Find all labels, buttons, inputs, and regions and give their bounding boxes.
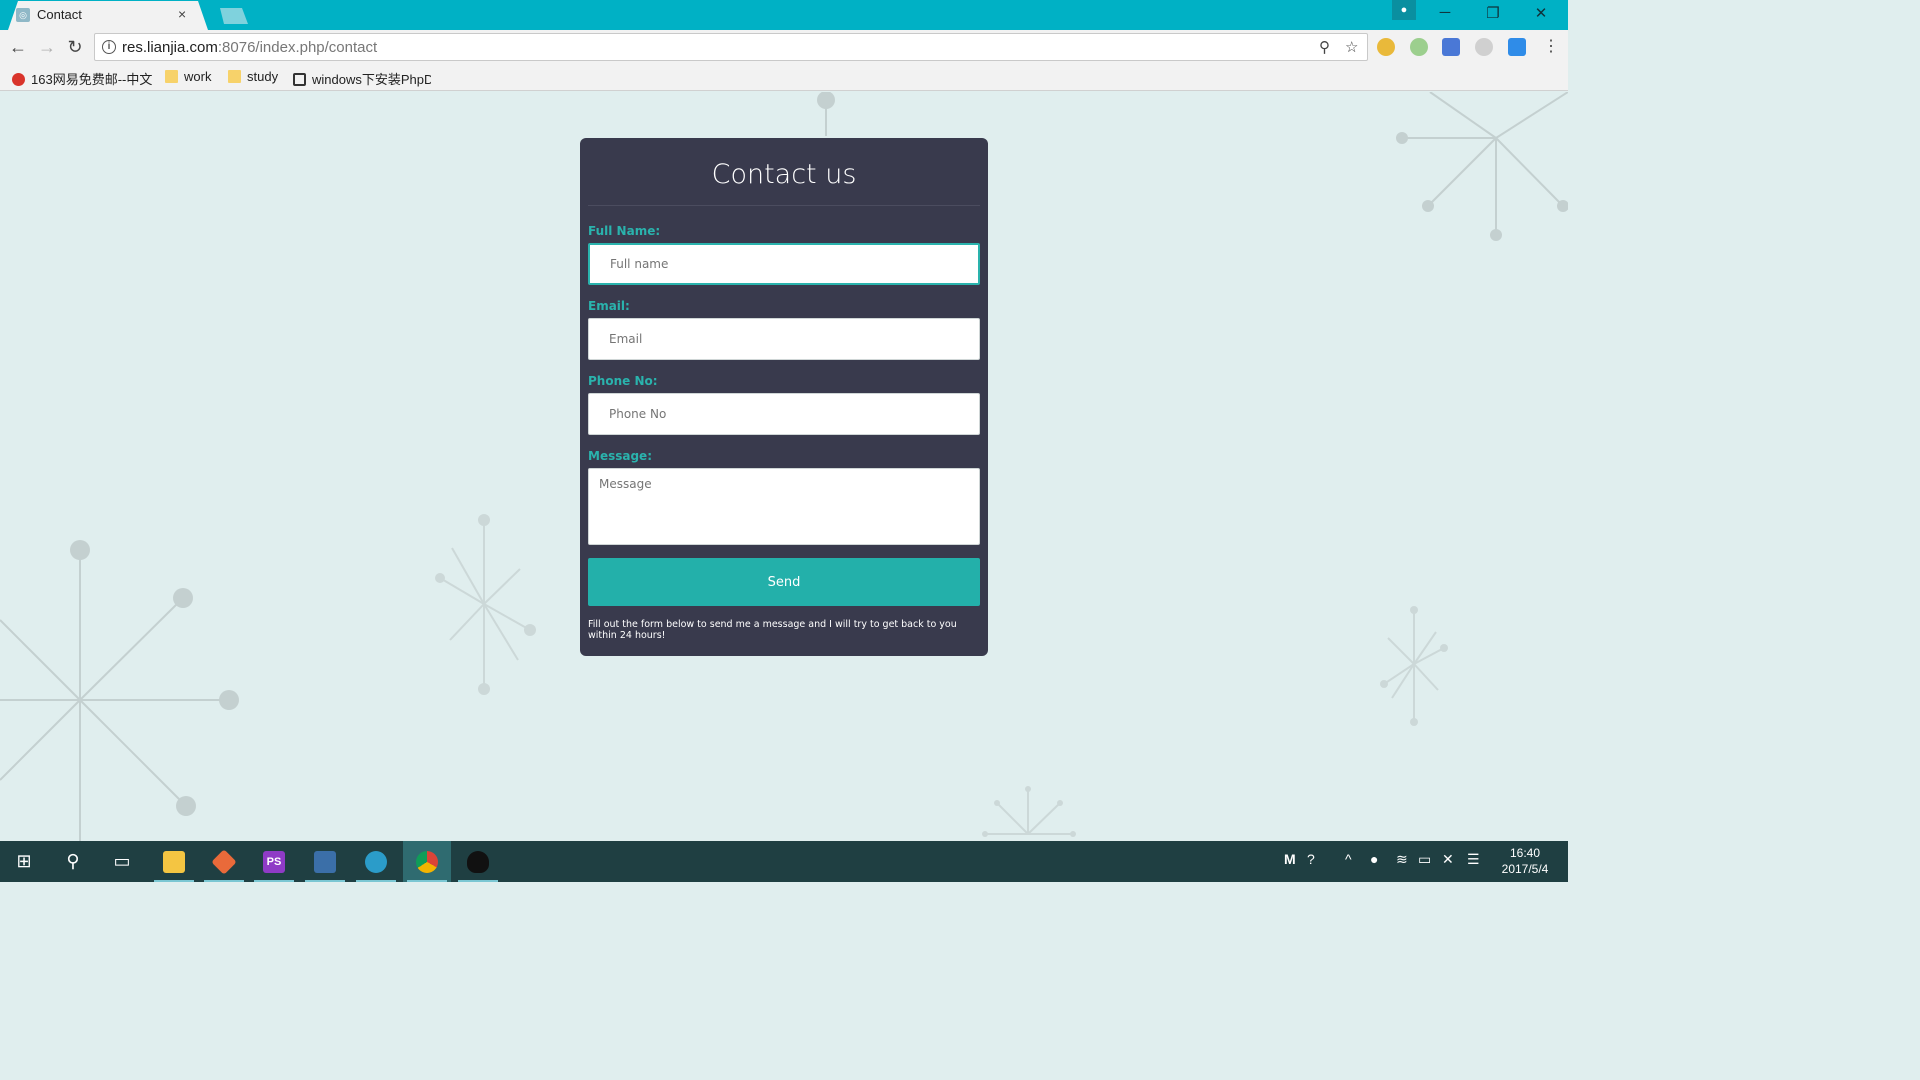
minimize-button[interactable]: ─ <box>1422 4 1468 26</box>
profile-icon[interactable]: ● <box>1392 0 1416 20</box>
google-translate-icon[interactable] <box>1442 38 1460 56</box>
extension-green-icon[interactable] <box>1410 38 1428 56</box>
help-tray-icon[interactable]: ? <box>1307 851 1315 867</box>
phpstorm-icon[interactable]: PS <box>250 841 298 882</box>
qq-icon[interactable] <box>454 841 502 882</box>
volume-muted-icon[interactable]: ✕ <box>1442 851 1454 868</box>
phone-input[interactable] <box>588 393 980 435</box>
chrome-icon[interactable] <box>403 841 451 882</box>
zoom-icon[interactable]: ⚲ <box>1319 38 1330 56</box>
form-note: Fill out the form below to send me a mes… <box>588 619 957 641</box>
git-icon[interactable] <box>200 841 248 882</box>
bookmark-study[interactable]: study <box>228 69 278 84</box>
extension-owl-icon[interactable] <box>1377 38 1395 56</box>
bookmarks-bar: 163网易免费邮--中文 work study windows下安装PhpD <box>0 64 1568 91</box>
full-name-input[interactable] <box>588 243 980 285</box>
email-label: Email: <box>588 299 630 313</box>
browser-titlebar: ◎ Contact × ● ─ ❐ ✕ <box>0 0 1568 30</box>
page-favicon-icon: ◎ <box>16 8 30 22</box>
message-label: Message: <box>588 449 652 463</box>
close-window-button[interactable]: ✕ <box>1518 4 1564 26</box>
clock-date: 2017/5/4 <box>1501 862 1549 876</box>
bookmark-163-mail[interactable]: 163网易免费邮--中文 <box>12 69 152 88</box>
new-tab-button[interactable] <box>220 8 248 24</box>
m-tray-icon[interactable]: M <box>1284 851 1296 867</box>
tab-title: Contact <box>37 7 82 22</box>
url-text[interactable]: res.lianjia.com:8076/index.php/contact <box>122 39 377 56</box>
reload-icon[interactable]: ↻ <box>64 36 86 58</box>
phone-label: Phone No: <box>588 374 658 388</box>
bookmark-work[interactable]: work <box>165 69 211 84</box>
link-icon <box>293 73 306 86</box>
page-content: Contact us Full Name: Email: Phone No: M… <box>0 92 1568 841</box>
contact-form-card: Contact us Full Name: Email: Phone No: M… <box>580 138 988 656</box>
message-textarea[interactable] <box>588 468 980 545</box>
chevron-up-icon[interactable]: ^ <box>1345 851 1352 867</box>
tab-close-icon[interactable]: × <box>178 6 186 22</box>
address-bar[interactable]: i res.lianjia.com:8076/index.php/contact… <box>94 33 1368 61</box>
clock[interactable]: 16:40 2017/5/4 <box>1496 845 1554 877</box>
wifi-icon[interactable]: ≋ <box>1396 851 1408 868</box>
site-info-icon[interactable]: i <box>102 40 116 54</box>
folder-icon <box>165 70 178 83</box>
folder-icon <box>228 70 241 83</box>
network-app-icon[interactable] <box>352 841 400 882</box>
extension-blue-icon[interactable] <box>1508 38 1526 56</box>
qq-tray-icon[interactable]: ● <box>1370 851 1378 867</box>
form-title: Contact us <box>711 159 857 190</box>
clock-time: 16:40 <box>1509 846 1541 860</box>
restore-button[interactable]: ❐ <box>1470 4 1516 26</box>
notifications-icon[interactable]: ☰ <box>1467 851 1480 868</box>
windows-taskbar: ⊞ ⚲ ▭ PS M ? ^ ● ≋ ▭ ✕ ☰ 16:40 2017/5/4 <box>0 841 1568 882</box>
bookmark-windows-phpd[interactable]: windows下安装PhpD <box>293 69 431 88</box>
mail-163-icon <box>12 73 25 86</box>
title-divider <box>588 205 980 206</box>
extension-gray-icon[interactable] <box>1475 38 1493 56</box>
bookmark-star-icon[interactable]: ☆ <box>1345 38 1358 56</box>
send-button[interactable]: Send <box>588 558 980 606</box>
email-input[interactable] <box>588 318 980 360</box>
start-icon[interactable]: ⊞ <box>0 841 48 882</box>
back-arrow-icon[interactable]: ← <box>7 36 29 58</box>
browser-toolbar: ← → ↻ i res.lianjia.com:8076/index.php/c… <box>0 30 1568 64</box>
battery-icon[interactable]: ▭ <box>1418 851 1431 868</box>
browser-menu-icon[interactable]: ⋮ <box>1543 36 1559 56</box>
visual-studio-icon[interactable] <box>301 841 349 882</box>
full-name-label: Full Name: <box>588 224 661 238</box>
search-icon[interactable]: ⚲ <box>49 841 97 882</box>
forward-arrow-icon[interactable]: → <box>36 36 58 58</box>
file-explorer-icon[interactable] <box>150 841 198 882</box>
task-view-icon[interactable]: ▭ <box>98 841 146 882</box>
